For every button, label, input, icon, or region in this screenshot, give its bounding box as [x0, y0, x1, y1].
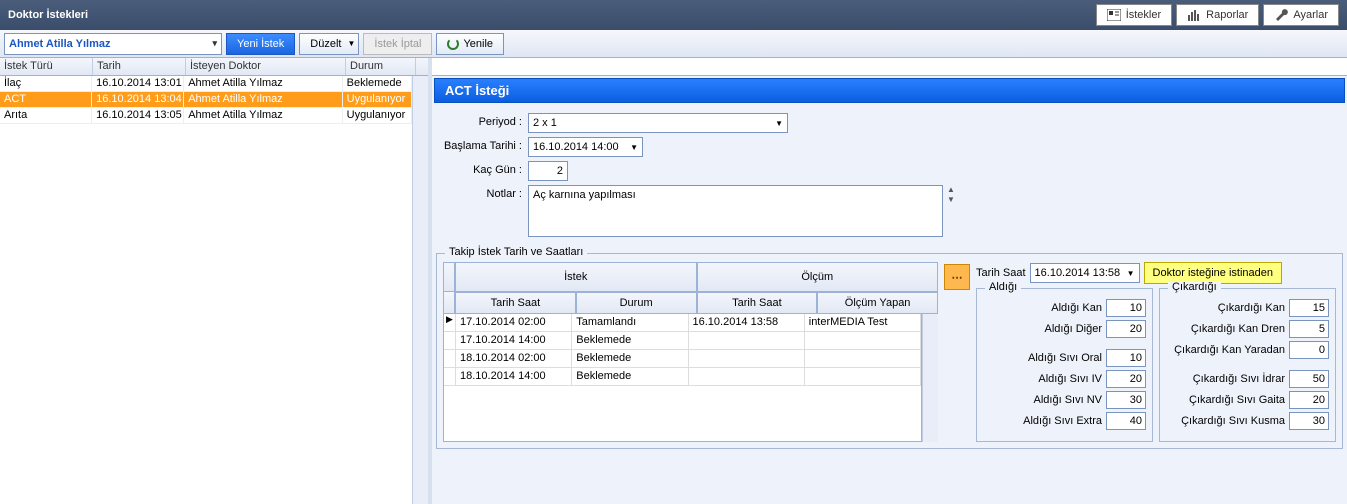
- cikardigi-kusma-input[interactable]: 30: [1289, 412, 1329, 430]
- aldigi-kan-label: Aldığı Kan: [983, 302, 1106, 314]
- kacgun-input[interactable]: 2: [528, 161, 568, 181]
- left-scrollbar[interactable]: [412, 76, 428, 504]
- baslama-datetime[interactable]: 16.10.2014 14:00▼: [528, 137, 643, 157]
- aldigi-oral-label: Aldığı Sıvı Oral: [983, 352, 1106, 364]
- tarih-saat-label: Tarih Saat: [976, 267, 1026, 279]
- followup-scrollbar[interactable]: [922, 314, 938, 442]
- col-tarih[interactable]: Tarih: [93, 58, 186, 75]
- istekler-button[interactable]: İstekler: [1096, 4, 1172, 26]
- aldigi-nv-input[interactable]: 30: [1106, 391, 1146, 409]
- followup-grid-body[interactable]: ▶17.10.2014 02:00Tamamlandı16.10.2014 13…: [443, 314, 922, 442]
- spin-down-icon[interactable]: ▼: [947, 195, 955, 205]
- col-olcum[interactable]: Ölçüm: [697, 262, 939, 292]
- cikardigi-idrar-input[interactable]: 50: [1289, 370, 1329, 388]
- app-title: Doktor İstekleri: [8, 9, 88, 21]
- notes-spinner[interactable]: ▲▼: [947, 185, 955, 205]
- caret-down-icon: ▼: [347, 39, 355, 48]
- cikardigi-idrar-label: Çıkardığı Sıvı İdrar: [1166, 373, 1289, 385]
- wrench-icon: [1274, 9, 1288, 21]
- aldigi-iv-label: Aldığı Sıvı IV: [983, 373, 1106, 385]
- followup-fieldset: Takip İstek Tarih ve Saatları İstek Ölçü…: [436, 253, 1343, 449]
- table-row[interactable]: ACT16.10.2014 13:04Ahmet Atilla YılmazUy…: [0, 92, 412, 108]
- aldigi-diger-label: Aldığı Diğer: [983, 323, 1106, 335]
- kacgun-label: Kaç Gün :: [442, 161, 528, 176]
- col-olcum-yapan[interactable]: Ölçüm Yapan: [817, 292, 938, 314]
- cikardigi-kan-input[interactable]: 15: [1289, 299, 1329, 317]
- followup-grid-header: İstek Ölçüm: [443, 262, 938, 292]
- aldigi-nv-label: Aldığı Sıvı NV: [983, 394, 1106, 406]
- detail-title: ACT İsteği: [434, 78, 1345, 103]
- col-doktor[interactable]: İsteyen Doktor: [186, 58, 346, 75]
- patient-select[interactable]: Ahmet Atilla Yılmaz ▾: [4, 33, 222, 55]
- col-istek-turu[interactable]: İstek Türü: [0, 58, 93, 75]
- id-card-icon: [1107, 9, 1121, 21]
- aldigi-extra-input[interactable]: 40: [1106, 412, 1146, 430]
- right-panel: ACT İsteği Periyod : 2 x 1▼ Başlama Tari…: [432, 58, 1347, 504]
- table-row[interactable]: 18.10.2014 02:00Beklemede: [444, 350, 921, 368]
- table-row[interactable]: ▶17.10.2014 02:00Tamamlandı16.10.2014 13…: [444, 314, 921, 332]
- notlar-label: Notlar :: [442, 185, 528, 200]
- cikardigi-yaradan-input[interactable]: 0: [1289, 341, 1329, 359]
- baslama-label: Başlama Tarihi :: [442, 137, 528, 152]
- col-istek[interactable]: İstek: [455, 262, 697, 292]
- bar-chart-icon: [1187, 9, 1201, 21]
- tarih-saat-input[interactable]: 16.10.2014 13:58▼: [1030, 263, 1140, 283]
- cikardigi-fieldset: Çıkardığı Çıkardığı Kan15 Çıkardığı Kan …: [1159, 288, 1336, 442]
- ellipsis-button[interactable]: ⋯: [944, 264, 970, 290]
- aldigi-legend: Aldığı: [985, 281, 1021, 293]
- spin-up-icon[interactable]: ▲: [947, 185, 955, 195]
- caret-down-icon: ▼: [1127, 269, 1135, 278]
- cikardigi-dren-label: Çıkardığı Kan Dren: [1166, 323, 1289, 335]
- table-row[interactable]: 18.10.2014 14:00Beklemede: [444, 368, 921, 386]
- istek-iptal-button: İstek İptal: [363, 33, 432, 55]
- yeni-istek-button[interactable]: Yeni İstek: [226, 33, 295, 55]
- cikardigi-gaita-label: Çıkardığı Sıvı Gaita: [1166, 394, 1289, 406]
- cikardigi-legend: Çıkardığı: [1168, 281, 1221, 293]
- periyod-label: Periyod :: [442, 113, 528, 128]
- aldigi-diger-input[interactable]: 20: [1106, 320, 1146, 338]
- detail-form: Periyod : 2 x 1▼ Başlama Tarihi : 16.10.…: [432, 105, 1347, 249]
- refresh-icon: [447, 38, 459, 50]
- col-durum[interactable]: Durum: [346, 58, 416, 75]
- raporlar-button[interactable]: Raporlar: [1176, 4, 1259, 26]
- titlebar: Doktor İstekleri İstekler Raporlar Ayarl…: [0, 0, 1347, 30]
- periyod-select[interactable]: 2 x 1▼: [528, 113, 788, 133]
- table-row[interactable]: İlaç16.10.2014 13:01Ahmet Atilla YılmazB…: [0, 76, 412, 92]
- yenile-button[interactable]: Yenile: [436, 33, 504, 55]
- notlar-textarea[interactable]: Aç karnına yapılması: [528, 185, 943, 237]
- dropdown-icon: ▾: [212, 38, 217, 49]
- col-durum-2[interactable]: Durum: [576, 292, 697, 314]
- cikardigi-kusma-label: Çıkardığı Sıvı Kusma: [1166, 415, 1289, 427]
- aldigi-oral-input[interactable]: 10: [1106, 349, 1146, 367]
- left-grid-header: İstek Türü Tarih İsteyen Doktor Durum: [0, 58, 428, 76]
- left-grid-body[interactable]: İlaç16.10.2014 13:01Ahmet Atilla YılmazB…: [0, 76, 412, 504]
- cikardigi-kan-label: Çıkardığı Kan: [1166, 302, 1289, 314]
- followup-legend: Takip İstek Tarih ve Saatları: [445, 246, 587, 258]
- aldigi-iv-input[interactable]: 20: [1106, 370, 1146, 388]
- col-tarih-saat-1[interactable]: Tarih Saat: [455, 292, 576, 314]
- cikardigi-dren-input[interactable]: 5: [1289, 320, 1329, 338]
- cikardigi-gaita-input[interactable]: 20: [1289, 391, 1329, 409]
- ayarlar-button[interactable]: Ayarlar: [1263, 4, 1339, 26]
- table-row[interactable]: 17.10.2014 14:00Beklemede: [444, 332, 921, 350]
- cikardigi-yaradan-label: Çıkardığı Kan Yaradan: [1166, 344, 1289, 356]
- aldigi-fieldset: Aldığı Aldığı Kan10 Aldığı Diğer20 Aldığ…: [976, 288, 1153, 442]
- aldigi-kan-input[interactable]: 10: [1106, 299, 1146, 317]
- table-row[interactable]: Arıta16.10.2014 13:05Ahmet Atilla Yılmaz…: [0, 108, 412, 124]
- left-panel: İstek Türü Tarih İsteyen Doktor Durum İl…: [0, 58, 432, 504]
- duzelt-button[interactable]: Düzelt▼: [299, 33, 359, 55]
- col-tarih-saat-2[interactable]: Tarih Saat: [697, 292, 818, 314]
- toolbar: Ahmet Atilla Yılmaz ▾ Yeni İstek Düzelt▼…: [0, 30, 1347, 58]
- caret-down-icon: ▼: [775, 119, 783, 128]
- caret-down-icon: ▼: [630, 143, 638, 152]
- aldigi-extra-label: Aldığı Sıvı Extra: [983, 415, 1106, 427]
